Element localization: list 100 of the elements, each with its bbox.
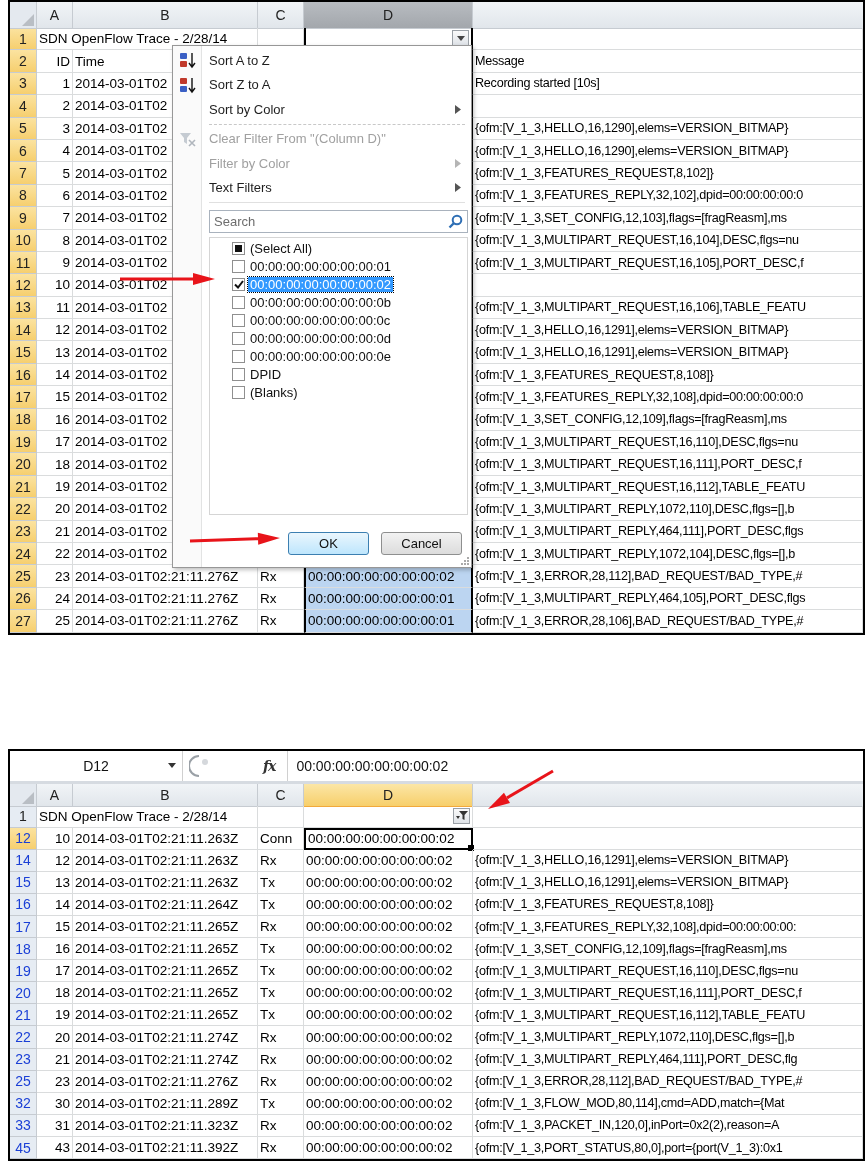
table-cell: 2014-03-01T02:21:11.276Z [73, 610, 258, 633]
row-header[interactable]: 6 [10, 139, 37, 163]
checkbox[interactable] [232, 313, 245, 327]
table-cell: 6 [37, 184, 73, 208]
row-header[interactable]: 16 [10, 363, 37, 387]
ok-button[interactable]: OK [288, 532, 369, 555]
table-cell: {ofm:[V_1_3,ERROR,28,106],BAD_REQUEST/BAD_TYPE,# [473, 610, 863, 633]
row-header[interactable]: 2 [10, 50, 37, 73]
table-cell: 4 [37, 139, 73, 163]
row-header[interactable]: 13 [10, 296, 37, 320]
checkbox[interactable] [232, 277, 245, 291]
row-header[interactable]: 19 [10, 431, 37, 454]
table-cell: 18 [37, 453, 73, 476]
column-header[interactable]: C [258, 2, 304, 29]
filter-dropdown-button[interactable] [452, 30, 469, 46]
checkbox[interactable] [232, 349, 245, 363]
row-header[interactable]: 7 [10, 162, 37, 185]
row-header[interactable]: 21 [10, 475, 37, 499]
sort-ascending-icon [179, 52, 197, 69]
column-header[interactable]: D [304, 783, 473, 807]
cancel-button[interactable]: Cancel [381, 532, 462, 555]
row-header[interactable]: 12 [10, 274, 37, 297]
row-header[interactable]: 17 [10, 386, 37, 409]
table-cell: 18 [37, 982, 73, 1005]
fill-handle-icon[interactable] [468, 844, 474, 851]
row-header[interactable]: 9 [10, 207, 37, 230]
table-cell: {ofm:[V_1_3,ERROR,28,112],BAD_REQUEST/BAD_TYPE,# [473, 1070, 863, 1093]
table-cell: 14 [37, 363, 73, 387]
table-cell: 24 [37, 587, 73, 611]
insert-function-label[interactable]: fx [263, 757, 276, 774]
row-header[interactable]: 25 [10, 1070, 37, 1093]
row-header[interactable]: 33 [10, 1114, 37, 1137]
row-header[interactable]: 19 [10, 960, 37, 983]
row-header[interactable]: 26 [10, 587, 37, 611]
column-header[interactable]: C [258, 783, 304, 807]
row-header[interactable]: 23 [10, 1048, 37, 1071]
row-header[interactable]: 14 [10, 849, 37, 872]
column-header[interactable]: D [304, 2, 473, 29]
table-cell: Tx [258, 938, 304, 961]
table-cell: 2014-03-01T02:21:11.265Z [73, 916, 258, 939]
table-cell: 30 [37, 1092, 73, 1115]
checkbox[interactable] [232, 259, 245, 273]
row-header[interactable]: 22 [10, 498, 37, 521]
checkmark-icon [233, 279, 244, 289]
table-cell: {ofm:[V_1_3,HELLO,16,1290],elems=VERSION_BITMAP} [473, 117, 863, 140]
table-cell: 22 [37, 543, 73, 566]
table-cell: {ofm:[V_1_3,FEATURES_REQUEST,8,102]} [473, 162, 863, 185]
row-header[interactable]: 10 [10, 229, 37, 252]
row-header[interactable]: 5 [10, 117, 37, 140]
row-header[interactable]: 20 [10, 453, 37, 476]
formula-field[interactable]: 00:00:00:00:00:00:00:02 [287, 750, 863, 781]
sheet-title: SDN OpenFlow Trace - 2/28/14 [37, 805, 258, 828]
row-header[interactable]: 15 [10, 871, 37, 894]
table-cell: 17 [37, 960, 73, 983]
row-header[interactable]: 11 [10, 251, 37, 275]
row-header[interactable]: 18 [10, 408, 37, 432]
row-header[interactable]: 21 [10, 1004, 37, 1027]
row-header[interactable]: 45 [10, 1136, 37, 1160]
table-cell: 00:00:00:00:00:00:00:02 [304, 1004, 473, 1027]
table-cell: ID [37, 50, 73, 73]
row-header[interactable]: 17 [10, 916, 37, 939]
table-cell: 5 [37, 162, 73, 185]
row-header[interactable]: 3 [10, 72, 37, 96]
row-header[interactable]: 16 [10, 893, 37, 916]
row-header[interactable]: 14 [10, 319, 37, 342]
row-header[interactable]: 18 [10, 938, 37, 961]
row-header[interactable]: 8 [10, 184, 37, 208]
sort-descending-icon [179, 76, 197, 94]
table-cell: 00:00:00:00:00:00:00:02 [304, 1092, 473, 1115]
table-cell: 00:00:00:00:00:00:00:02 [304, 1026, 473, 1049]
row-header[interactable]: 4 [10, 95, 37, 118]
checkbox[interactable] [232, 367, 245, 381]
column-header[interactable]: B [73, 783, 258, 807]
checkbox[interactable] [232, 331, 245, 345]
row-header[interactable]: 25 [10, 565, 37, 588]
table-cell: 00:00:00:00:00:00:00:02 [304, 938, 473, 961]
row-header[interactable]: 24 [10, 543, 37, 566]
table-cell: 2014-03-01T02:21:11.263Z [73, 827, 258, 850]
search-field[interactable]: Search [209, 210, 468, 233]
table-cell: Tx [258, 960, 304, 983]
row-header[interactable]: 32 [10, 1092, 37, 1115]
row-header[interactable]: 20 [10, 982, 37, 1005]
table-cell: {ofm:[V_1_3,MULTIPART_REPLY,464,111],PORT_DESC,flgs [473, 520, 863, 543]
row-header[interactable]: 22 [10, 1026, 37, 1049]
row-header[interactable]: 23 [10, 520, 37, 543]
column-header[interactable]: A [37, 2, 73, 29]
filter-applied-button[interactable] [453, 807, 470, 824]
row-header[interactable]: 1 [10, 28, 37, 51]
name-box[interactable]: D12 [10, 750, 183, 781]
table-cell: 2 [37, 95, 73, 118]
row-header[interactable]: 12 [10, 827, 37, 850]
column-header[interactable]: B [73, 2, 258, 29]
checkbox[interactable] [232, 385, 245, 399]
checkbox[interactable] [232, 295, 245, 309]
row-header[interactable]: 1 [10, 805, 37, 828]
column-header[interactable]: A [37, 783, 73, 807]
table-cell: {ofm:[V_1_3,MULTIPART_REPLY,464,111],PORT_DESC,flg [473, 1048, 863, 1071]
row-header[interactable]: 15 [10, 341, 37, 364]
row-header[interactable]: 27 [10, 610, 37, 633]
table-cell: {ofm:[V_1_3,MULTIPART_REPLY,1072,110],DESC,flgs=[],b [473, 498, 863, 521]
